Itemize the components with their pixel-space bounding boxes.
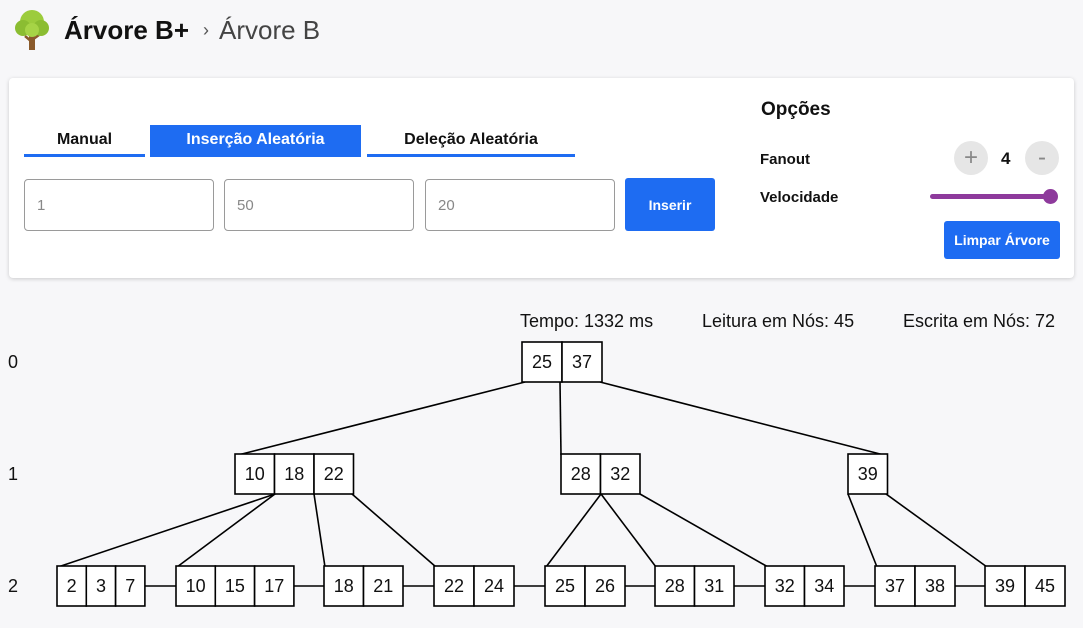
tree-node-level2-4: 25 26	[544, 565, 626, 607]
tree-edge	[57, 493, 276, 568]
tree-edge	[847, 493, 878, 568]
tree-key-label: 2	[67, 576, 77, 596]
tree-key-label: 25	[532, 352, 552, 372]
tree-node-level0-0: 25 37	[521, 341, 603, 383]
tree-key-label: 28	[665, 576, 685, 596]
tree-edge	[559, 381, 562, 456]
tree-key-label: 34	[814, 576, 834, 596]
tree-edge	[545, 493, 602, 568]
tree-key-label: 31	[704, 576, 724, 596]
tree-node-level2-6: 32 34	[764, 565, 845, 607]
tree-key-label: 10	[245, 464, 265, 484]
tree-key-label: 22	[324, 464, 344, 484]
tree-edge	[600, 493, 657, 568]
tree-node-level2-7: 37 38	[874, 565, 956, 607]
tree-key-label: 17	[264, 576, 284, 596]
tree-node-level2-8: 39 45	[984, 565, 1066, 607]
tree-key-label: 3	[96, 576, 106, 596]
tree-edge	[313, 493, 326, 568]
tree-edge	[237, 381, 526, 456]
tree-key-label: 45	[1035, 576, 1055, 596]
tree-key-label: 7	[125, 576, 135, 596]
tree-key-label: 32	[610, 464, 630, 484]
tree-node-level1-2: 39	[847, 453, 889, 495]
tree-key-label: 26	[595, 576, 615, 596]
tree-node-level2-3: 22 24	[433, 565, 515, 607]
tree-key-label: 37	[885, 576, 905, 596]
tree-node-level1-0: 10 18 22	[234, 453, 355, 495]
tree-key-label: 15	[225, 576, 245, 596]
tree-node-level2-1: 10 15 17	[175, 565, 295, 607]
tree-key-label: 18	[284, 464, 304, 484]
tree-node-level2-5: 28 31	[654, 565, 735, 607]
tree-key-label: 21	[373, 576, 393, 596]
tree-node-level2-2: 18 21	[323, 565, 404, 607]
tree-node-level1-1: 28 32	[560, 453, 641, 495]
tree-key-label: 22	[444, 576, 464, 596]
tree-key-label: 39	[858, 464, 878, 484]
tree-key-label: 25	[555, 576, 575, 596]
tree-key-label: 24	[484, 576, 504, 596]
tree-edge	[885, 493, 988, 568]
tree-key-label: 38	[925, 576, 945, 596]
bplus-tree-diagram: 25 3710 18 22 28 32 392 3 7 10 15 17 18 21 22 24 25 26 28 3…	[56, 341, 1066, 607]
tree-edge	[599, 381, 885, 456]
tree-key-label: 39	[995, 576, 1015, 596]
tree-edge	[639, 493, 769, 568]
tree-key-label: 10	[186, 576, 206, 596]
tree-edge	[351, 493, 437, 568]
tree-node-level2-0: 237	[56, 565, 146, 607]
tree-key-label: 28	[571, 464, 591, 484]
tree-edge	[176, 493, 276, 568]
tree-key-label: 32	[775, 576, 795, 596]
tree-key-label: 18	[334, 576, 354, 596]
tree-key-label: 37	[572, 352, 592, 372]
